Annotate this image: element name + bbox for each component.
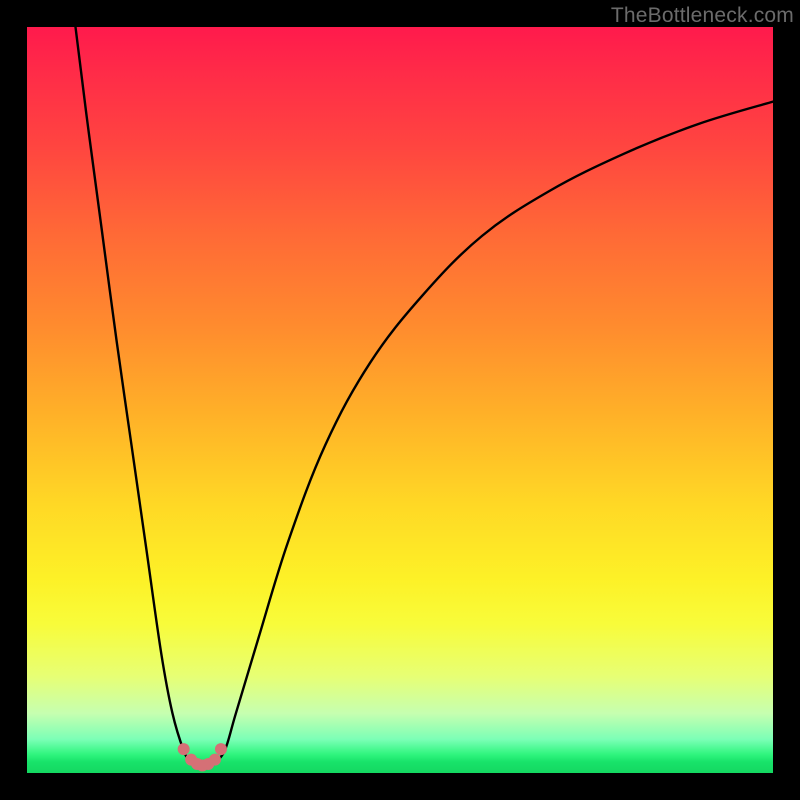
- watermark-text: TheBottleneck.com: [611, 4, 794, 28]
- chart-svg: [27, 27, 773, 773]
- floor-marker-dot: [209, 754, 221, 766]
- floor-marker-dots: [178, 743, 227, 771]
- plot-area: [27, 27, 773, 773]
- curve-right-branch: [214, 102, 774, 764]
- floor-marker-dot: [178, 743, 190, 755]
- floor-marker-dot: [215, 743, 227, 755]
- curve-left-branch: [75, 27, 191, 764]
